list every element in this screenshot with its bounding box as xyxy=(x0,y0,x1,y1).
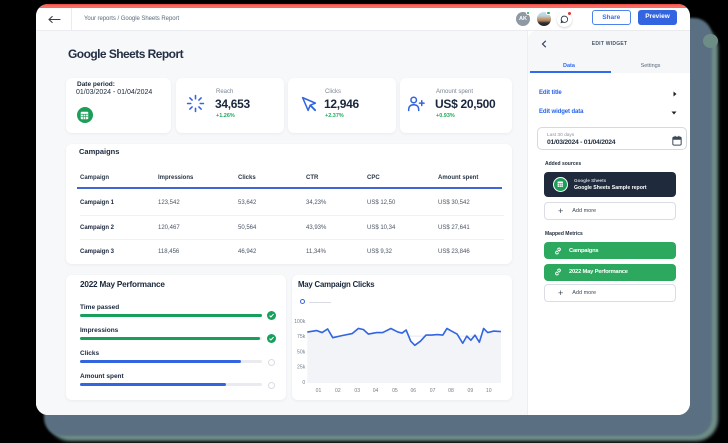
svg-text:03: 03 xyxy=(354,388,360,394)
svg-text:04: 04 xyxy=(373,388,379,394)
svg-text:06: 06 xyxy=(410,388,416,394)
svg-text:0: 0 xyxy=(302,380,305,386)
svg-text:50k: 50k xyxy=(297,349,306,355)
svg-text:100k: 100k xyxy=(294,319,305,325)
svg-text:02: 02 xyxy=(335,388,341,394)
svg-text:05: 05 xyxy=(392,388,398,394)
svg-text:01: 01 xyxy=(316,388,322,394)
svg-text:09: 09 xyxy=(468,388,474,394)
svg-text:07: 07 xyxy=(430,388,436,394)
svg-text:25k: 25k xyxy=(297,365,306,371)
svg-text:08: 08 xyxy=(448,388,454,394)
svg-text:10: 10 xyxy=(486,388,492,394)
svg-text:75k: 75k xyxy=(297,334,306,340)
